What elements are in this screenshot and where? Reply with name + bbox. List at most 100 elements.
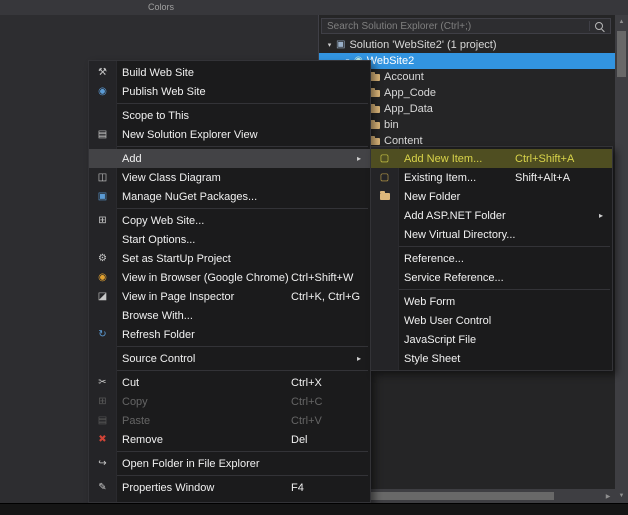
scroll-down-icon[interactable]: ▼ xyxy=(615,489,628,503)
menu-item-cut[interactable]: ✂Cut Ctrl+X xyxy=(89,373,370,392)
solution-icon: ▣ xyxy=(336,40,345,50)
menu-item-label: View in Browser (Google Chrome) xyxy=(116,272,289,284)
menu-item-new-folder[interactable]: New Folder xyxy=(371,187,612,206)
startup-project-icon: ⚙ xyxy=(89,254,116,264)
remove-icon: ✖ xyxy=(89,435,116,445)
menu-item-label: New Virtual Directory... xyxy=(398,229,515,241)
scroll-right-icon[interactable]: ▶ xyxy=(601,489,615,503)
menu-item-label: Manage NuGet Packages... xyxy=(116,191,257,203)
menu-item-set-as-startup-project[interactable]: ⚙Set as StartUp Project xyxy=(89,249,370,268)
tree-item-label: Account xyxy=(384,71,424,83)
menu-item-view-in-browser-google-chrome[interactable]: ◉View in Browser (Google Chrome)Ctrl+Shi… xyxy=(89,268,370,287)
menu-item-shortcut: Ctrl+V xyxy=(291,415,357,427)
screen: Colors ▾ ▣ Solution 'WebSite2' (1 projec… xyxy=(0,0,628,515)
menu-item-label: New Solution Explorer View xyxy=(116,129,258,141)
menu-item-shortcut: Shift+Alt+A xyxy=(515,172,599,184)
existing-item-icon: ▢ xyxy=(371,173,398,183)
menu-item-label: Paste xyxy=(116,415,150,427)
menu-item-manage-nuget-packages[interactable]: ▣Manage NuGet Packages... xyxy=(89,187,370,206)
menu-item-existing-item[interactable]: ▢Existing Item...Shift+Alt+A xyxy=(371,168,612,187)
menu-item-view-class-diagram[interactable]: ◫View Class Diagram xyxy=(89,168,370,187)
folder-icon xyxy=(370,74,380,81)
publish-icon: ◉ xyxy=(89,87,116,97)
folder-icon xyxy=(370,90,380,97)
tree-item-solution[interactable]: ▾ ▣ Solution 'WebSite2' (1 project) xyxy=(319,37,615,53)
vertical-scrollbar[interactable]: ▲ ▼ xyxy=(615,15,628,503)
paste-icon: ▤ xyxy=(89,416,116,426)
menu-item-shortcut: Ctrl+Shift+W xyxy=(291,272,357,284)
menu-item-label: View Class Diagram xyxy=(116,172,221,184)
vertical-scrollbar-thumb[interactable] xyxy=(617,31,626,77)
menu-item-new-solution-explorer-view[interactable]: ▤New Solution Explorer View xyxy=(89,125,370,144)
menu-item-publish-web-site[interactable]: ◉Publish Web Site xyxy=(89,82,370,101)
menu-item-copy-web-site[interactable]: ⊞Copy Web Site... xyxy=(89,211,370,230)
context-menu: ⚒Build Web Site◉Publish Web SiteScope to… xyxy=(88,60,371,503)
tree-item-label: App_Code xyxy=(384,87,436,99)
menu-item-label: Build Web Site xyxy=(116,67,194,79)
menu-item-label: Publish Web Site xyxy=(116,86,206,98)
cut-icon: ✂ xyxy=(89,378,116,388)
menu-item-label: Add New Item... xyxy=(398,153,482,165)
open-folder-icon: ↪ xyxy=(89,459,116,469)
properties-window-icon: ✎ xyxy=(89,483,116,493)
menu-item-service-reference[interactable]: Service Reference... xyxy=(371,268,612,287)
top-bar: Colors xyxy=(0,0,628,15)
menu-separator xyxy=(117,208,368,209)
search-input[interactable] xyxy=(322,19,585,33)
tree-item-label: WebSite2 xyxy=(367,55,415,67)
menu-item-label: Source Control xyxy=(116,353,195,365)
browser-icon: ◉ xyxy=(89,273,116,283)
copy-web-site-icon: ⊞ xyxy=(89,216,116,226)
menu-item-scope-to-this[interactable]: Scope to This xyxy=(89,106,370,125)
search-icon[interactable] xyxy=(595,22,603,30)
nuget-icon: ▣ xyxy=(89,192,116,202)
menu-item-label: Start Options... xyxy=(116,234,195,246)
menu-item-label: Copy Web Site... xyxy=(116,215,204,227)
menu-item-new-virtual-directory[interactable]: New Virtual Directory... xyxy=(371,225,612,244)
search-separator xyxy=(589,21,590,31)
menu-item-shortcut: Ctrl+Shift+A xyxy=(515,153,599,165)
menu-item-shortcut: Ctrl+X xyxy=(291,377,357,389)
menu-item-browse-with[interactable]: Browse With... xyxy=(89,306,370,325)
menu-item-add[interactable]: Add ▸ xyxy=(89,149,370,168)
menu-separator xyxy=(117,451,368,452)
menu-item-reference[interactable]: Reference... xyxy=(371,249,612,268)
menu-item-label: Set as StartUp Project xyxy=(116,253,231,265)
submenu-arrow-icon: ▸ xyxy=(357,155,366,163)
menu-item-label: Scope to This xyxy=(116,110,189,122)
menu-item-remove[interactable]: ✖RemoveDel xyxy=(89,430,370,449)
menu-item-web-form[interactable]: Web Form xyxy=(371,292,612,311)
menu-separator xyxy=(117,370,368,371)
menu-item-shortcut: Ctrl+C xyxy=(291,396,357,408)
menu-separator xyxy=(399,246,610,247)
menu-item-javascript-file[interactable]: JavaScript File xyxy=(371,330,612,349)
menu-item-label: Style Sheet xyxy=(398,353,460,365)
menu-item-label: Browse With... xyxy=(116,310,193,322)
menu-separator xyxy=(117,346,368,347)
menu-item-view-in-page-inspector[interactable]: ◪View in Page InspectorCtrl+K, Ctrl+G xyxy=(89,287,370,306)
menu-item-style-sheet[interactable]: Style Sheet xyxy=(371,349,612,368)
add-submenu: ▢Add New Item... Ctrl+Shift+A ▢Existing It… xyxy=(370,146,613,371)
menu-item-properties-window[interactable]: ✎Properties WindowF4 xyxy=(89,478,370,497)
scroll-up-icon[interactable]: ▲ xyxy=(615,15,628,29)
menu-item-build-web-site[interactable]: ⚒Build Web Site xyxy=(89,63,370,82)
menu-item-source-control[interactable]: Source Control▸ xyxy=(89,349,370,368)
menu-item-label: Properties Window xyxy=(116,482,214,494)
menu-item-shortcut: Del xyxy=(291,434,357,446)
menu-item-label: Add xyxy=(116,153,142,165)
expander-expanded-icon: ▾ xyxy=(325,41,334,49)
menu-item-label: View in Page Inspector xyxy=(116,291,234,303)
new-solution-explorer-view-icon: ▤ xyxy=(89,130,116,140)
menu-item-label: Cut xyxy=(116,377,139,389)
menu-item-start-options[interactable]: Start Options... xyxy=(89,230,370,249)
menu-separator xyxy=(117,103,368,104)
menu-item-open-folder-in-file-explorer[interactable]: ↪Open Folder in File Explorer xyxy=(89,454,370,473)
menu-item-label: Web Form xyxy=(398,296,455,308)
menu-item-add-new-item[interactable]: ▢Add New Item...Ctrl+Shift+A xyxy=(371,149,612,168)
menu-item-refresh-folder[interactable]: ↻Refresh Folder xyxy=(89,325,370,344)
menu-item-shortcut: Ctrl+K, Ctrl+G xyxy=(291,291,357,303)
menu-item-label: Copy xyxy=(116,396,148,408)
menu-item-add-asp-net-folder[interactable]: Add ASP.NET Folder▸ xyxy=(371,206,612,225)
menu-item-web-user-control[interactable]: Web User Control xyxy=(371,311,612,330)
menu-separator xyxy=(117,146,368,147)
